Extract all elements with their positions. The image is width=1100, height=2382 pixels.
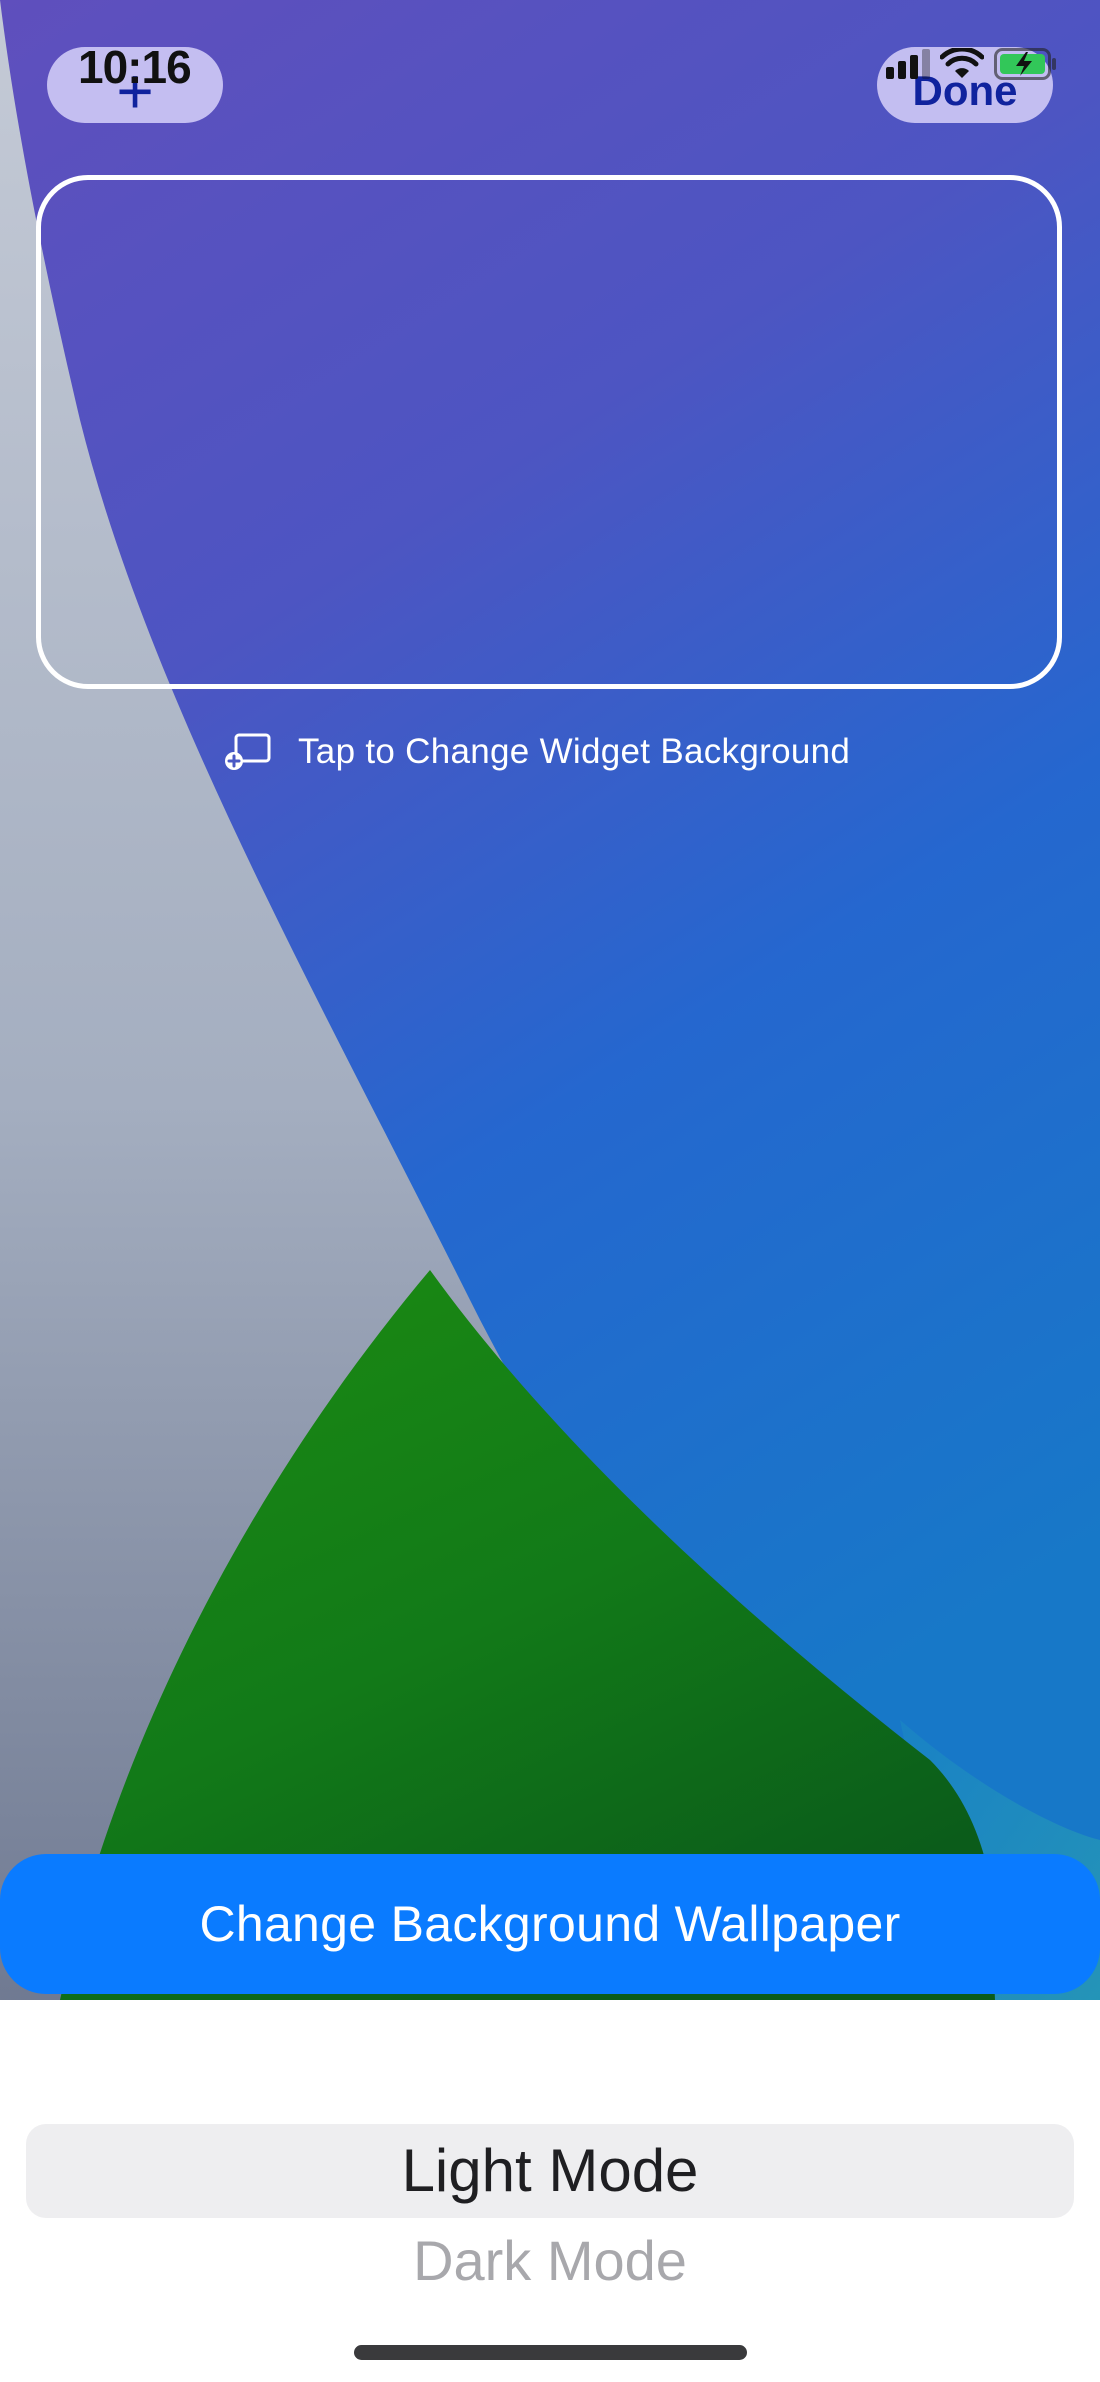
change-background-wallpaper-label: Change Background Wallpaper (199, 1896, 901, 1952)
change-widget-background-label: Tap to Change Widget Background (298, 732, 851, 771)
widget-preview-frame[interactable] (36, 175, 1062, 689)
change-widget-background-hint[interactable]: Tap to Change Widget Background (224, 728, 850, 776)
battery-charging-icon (994, 48, 1056, 80)
change-background-wallpaper-button[interactable]: Change Background Wallpaper (0, 1854, 1100, 1994)
add-background-icon (225, 733, 271, 770)
status-bar-icons (886, 48, 1058, 80)
home-indicator[interactable] (354, 2345, 747, 2360)
picker-option-dark-mode[interactable]: Dark Mode (0, 2228, 1100, 2293)
picker-option-light-mode[interactable]: Light Mode (0, 2136, 1100, 2205)
wifi-icon (940, 48, 984, 78)
screen: 10:16 + Done Tap to Change Widget Backgr… (0, 0, 1100, 2382)
cellular-signal-icon (886, 49, 930, 79)
status-bar-time: 10:16 (78, 41, 192, 93)
